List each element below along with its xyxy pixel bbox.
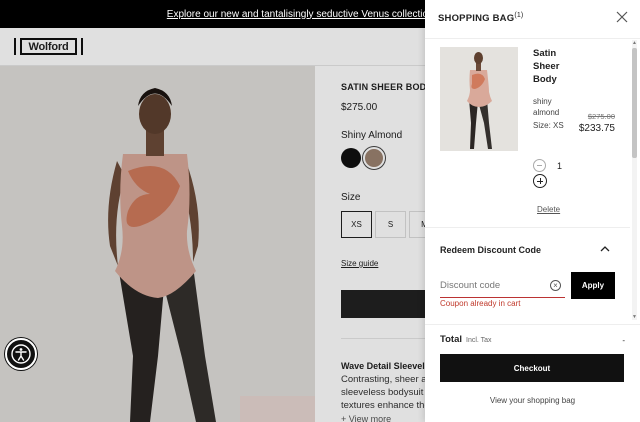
- promo-link[interactable]: Explore our new and tantalisingly seduct…: [167, 9, 449, 20]
- checkout-button[interactable]: Checkout: [440, 354, 624, 382]
- discount-error-message: Coupon already in cart: [440, 299, 521, 308]
- bag-item-size: Size: XS: [533, 121, 564, 130]
- description-title: Wave Detail Sleevele: [341, 361, 430, 371]
- divider: [341, 338, 431, 339]
- divider: [425, 324, 640, 325]
- divider: [425, 38, 640, 39]
- chevron-up-icon[interactable]: [600, 245, 610, 252]
- size-guide-link[interactable]: Size guide: [341, 259, 378, 268]
- shopping-bag-panel: SHOPPING BAG(1) Satin Sheer Body shiny a…: [425, 0, 640, 422]
- scroll-up-arrow-icon[interactable]: ▲: [632, 40, 637, 46]
- discount-code-input[interactable]: Discount code: [440, 274, 565, 298]
- close-icon[interactable]: [616, 11, 628, 23]
- total-label: Total Incl. Tax: [440, 334, 492, 345]
- accessibility-icon: [11, 344, 31, 364]
- swatch-black[interactable]: [341, 148, 361, 168]
- total-value: -: [622, 336, 625, 345]
- tax-note: Incl. Tax: [466, 337, 492, 344]
- size-xs-button[interactable]: XS: [341, 211, 372, 238]
- apply-discount-button[interactable]: Apply: [571, 272, 615, 299]
- add-to-bag-button[interactable]: [341, 290, 431, 318]
- decrease-quantity-button[interactable]: [533, 159, 546, 172]
- brand-logo[interactable]: Wolford: [14, 38, 83, 55]
- scrollbar-thumb[interactable]: [632, 48, 637, 158]
- swatch-shiny-almond[interactable]: [363, 147, 385, 169]
- bag-title: SHOPPING BAG(1): [438, 12, 524, 25]
- divider: [425, 227, 630, 228]
- model-photo: [0, 66, 315, 422]
- product-price: $275.00: [341, 102, 378, 113]
- bag-count: (1): [514, 12, 524, 19]
- increase-quantity-button[interactable]: [533, 174, 547, 188]
- scroll-down-arrow-icon[interactable]: ▼: [632, 314, 637, 320]
- delete-item-link[interactable]: Delete: [537, 205, 560, 214]
- discount-section-title[interactable]: Redeem Discount Code: [440, 245, 541, 255]
- view-more-link[interactable]: + View more: [341, 414, 391, 422]
- description-text: Contrasting, sheer ar sleeveless bodysui…: [341, 374, 431, 411]
- accessibility-button[interactable]: [5, 338, 37, 370]
- bag-item-old-price: $275.00: [587, 112, 615, 121]
- bag-item-image[interactable]: [440, 47, 518, 151]
- size-label: Size: [341, 192, 361, 203]
- bag-item-color: shiny almond: [533, 97, 560, 117]
- view-shopping-bag-link[interactable]: View your shopping bag: [425, 396, 640, 405]
- bag-item-name[interactable]: Satin Sheer Body: [533, 47, 573, 86]
- quantity-value: 1: [557, 161, 563, 171]
- size-s-button[interactable]: S: [375, 211, 406, 238]
- clear-input-icon[interactable]: ×: [550, 280, 561, 291]
- product-image: [0, 66, 315, 422]
- product-title: SATIN SHEER BODY: [341, 82, 433, 92]
- bag-item-price: $233.75: [578, 123, 615, 134]
- item-thumbnail: [440, 47, 518, 151]
- color-label: Shiny Almond: [341, 130, 403, 141]
